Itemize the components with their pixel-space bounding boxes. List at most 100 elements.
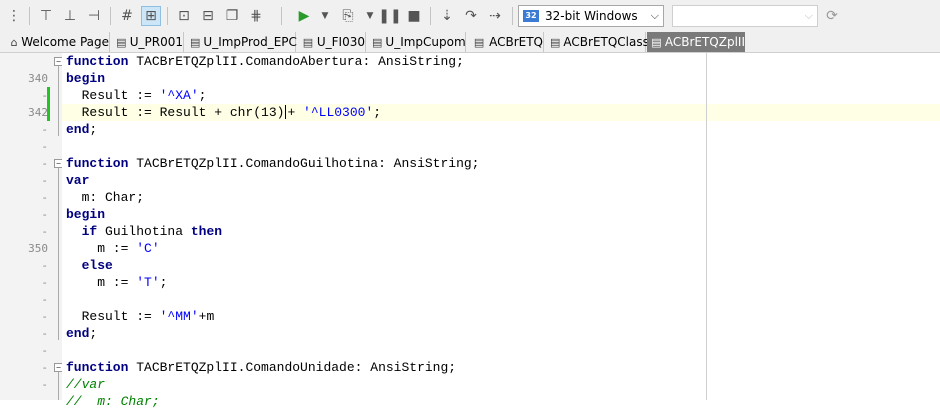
code-line: end;: [66, 326, 98, 341]
line-number: -: [41, 225, 48, 238]
run-without-debug-dropdown-icon[interactable]: ▼: [365, 6, 375, 26]
editor-gutter: 340 - 342 - - - - - - - 350 - - - - - - …: [0, 53, 63, 400]
code-line: Result := Result + chr(13) + '^LL0300';: [66, 105, 382, 120]
target-platform-value: 32-bit Windows: [545, 9, 638, 23]
tab-label: U_FI030: [316, 35, 365, 49]
tab-u-pr001[interactable]: ▤ U_PR001: [112, 32, 184, 52]
line-number: -: [41, 208, 48, 221]
code-line: m := 'C': [66, 241, 160, 256]
align-center-icon[interactable]: ⊣: [84, 6, 104, 26]
toolbar-separator: [430, 7, 431, 25]
build-configuration-select: ⌵: [672, 5, 818, 27]
platform-icon: 32: [523, 10, 539, 22]
copy-layout-icon[interactable]: ❐: [222, 6, 242, 26]
tab-label: U_ImpCupom: [385, 35, 466, 49]
line-number: -: [41, 123, 48, 136]
tab-u-fi030[interactable]: ▤ U_FI030: [298, 32, 366, 52]
line-number: -: [41, 174, 48, 187]
code-line: Result := '^XA';: [66, 88, 207, 103]
line-number: -: [41, 140, 48, 153]
tab-label: U_PR001: [129, 35, 183, 49]
code-line: begin: [66, 207, 106, 222]
line-number: 350: [28, 242, 48, 255]
right-margin-line: [706, 53, 707, 400]
bring-to-front-icon[interactable]: ⊡: [174, 6, 194, 26]
modified-line-marker: [47, 87, 50, 104]
toolbar-overflow-icon[interactable]: ⋮: [4, 6, 24, 26]
toolbar-separator: [512, 7, 513, 25]
tab-label: ACBrETQZplII: [664, 35, 745, 49]
chevron-down-icon: ⌵: [650, 9, 659, 22]
line-number: -: [41, 310, 48, 323]
unit-file-icon: ▤: [302, 35, 314, 49]
unit-file-icon: ▤: [116, 35, 127, 49]
unit-file-icon: ▤: [190, 35, 201, 49]
line-number: -: [41, 327, 48, 340]
editor-tab-bar: ⌂ Welcome Page ▤ U_PR001 ▤ U_ImpProd_EPC…: [0, 32, 940, 53]
code-line: end;: [66, 122, 98, 137]
fold-guide: [58, 372, 59, 400]
tab-welcome-page[interactable]: ⌂ Welcome Page: [6, 32, 110, 52]
toolbar-separator: [29, 7, 30, 25]
home-icon: ⌂: [10, 35, 18, 49]
step-over-icon[interactable]: ↷: [461, 6, 481, 26]
run-without-debug-icon[interactable]: ⎘: [338, 6, 358, 26]
line-number: -: [41, 191, 48, 204]
line-number: -: [41, 293, 48, 306]
toolbar-separator: [167, 7, 168, 25]
target-platform-select[interactable]: 32 32-bit Windows ⌵: [518, 5, 664, 27]
tab-u-impprod-epc[interactable]: ▤ U_ImpProd_EPC: [186, 32, 297, 52]
code-line: begin: [66, 71, 106, 86]
tab-order-icon[interactable]: ⋕: [246, 6, 266, 26]
pause-icon[interactable]: ❚❚: [378, 6, 401, 26]
fold-guide: [58, 66, 59, 136]
tab-u-impcupom[interactable]: ▤ U_ImpCupom: [368, 32, 466, 52]
tab-label: ACBrETQClass: [563, 35, 649, 49]
tab-label: Welcome Page: [21, 35, 109, 49]
modified-line-marker: [47, 104, 50, 121]
line-number: -: [41, 361, 48, 374]
code-line: function TACBrETQZplII.ComandoUnidade: A…: [66, 360, 457, 375]
tab-acbretqclass[interactable]: ▤ ACBrETQClass: [546, 32, 649, 52]
run-dropdown-icon[interactable]: ▼: [320, 6, 330, 26]
code-line: Result := '^MM'+m: [66, 309, 215, 324]
run-to-cursor-icon[interactable]: ⇢: [485, 6, 505, 26]
code-line: m := 'T';: [66, 275, 168, 290]
code-editor[interactable]: function TACBrETQZplII.ComandoAbertura: …: [62, 53, 940, 409]
run-icon[interactable]: ▶: [294, 6, 314, 26]
code-line: // m: Char;: [66, 394, 160, 409]
snap-to-grid-icon[interactable]: ⊞: [141, 6, 161, 26]
fold-guide: [58, 168, 59, 340]
line-number: -: [41, 276, 48, 289]
line-number: 342: [28, 106, 48, 119]
line-number: -: [41, 344, 48, 357]
chevron-down-icon: ⌵: [804, 9, 813, 22]
refresh-icon[interactable]: ⟳: [822, 6, 842, 26]
code-line: else: [81, 258, 113, 273]
unit-file-icon: ▤: [372, 35, 383, 49]
unit-file-icon: ▤: [651, 35, 662, 49]
step-into-icon[interactable]: ⇣: [437, 6, 457, 26]
tab-acbretqzplii[interactable]: ▤ ACBrETQZplII: [647, 32, 745, 52]
code-line: var: [66, 173, 90, 188]
code-line: function TACBrETQZplII.ComandoGuilhotina…: [66, 156, 480, 171]
line-number: -: [41, 378, 48, 391]
line-number: -: [41, 89, 48, 102]
line-number: -: [41, 157, 48, 170]
tab-label: ACBrETQ: [489, 35, 543, 49]
tab-acbretq[interactable]: ▤ ACBrETQ: [468, 32, 544, 52]
send-to-back-icon[interactable]: ⊟: [198, 6, 218, 26]
code-line: m: Char;: [66, 190, 145, 205]
grid-icon[interactable]: #: [117, 6, 137, 26]
align-top-icon[interactable]: ⊤: [36, 6, 56, 26]
toolbar: ⋮ ⊤ ⊥ ⊣ # ⊞ ⊡ ⊟ ❐ ⋕ ▶ ▼ ⎘ ▼ ❚❚ ■ ⇣ ↷ ⇢ 3…: [0, 0, 940, 32]
unit-file-icon: ▤: [550, 35, 561, 49]
code-line: //var: [66, 377, 106, 392]
code-line: if Guilhotina then: [81, 224, 223, 239]
unit-file-icon: ▤: [473, 35, 485, 49]
toolbar-separator: [281, 7, 282, 25]
stop-icon[interactable]: ■: [404, 6, 424, 26]
align-bottom-icon[interactable]: ⊥: [60, 6, 80, 26]
code-line: function TACBrETQZplII.ComandoAbertura: …: [66, 54, 464, 69]
line-number: -: [41, 259, 48, 272]
